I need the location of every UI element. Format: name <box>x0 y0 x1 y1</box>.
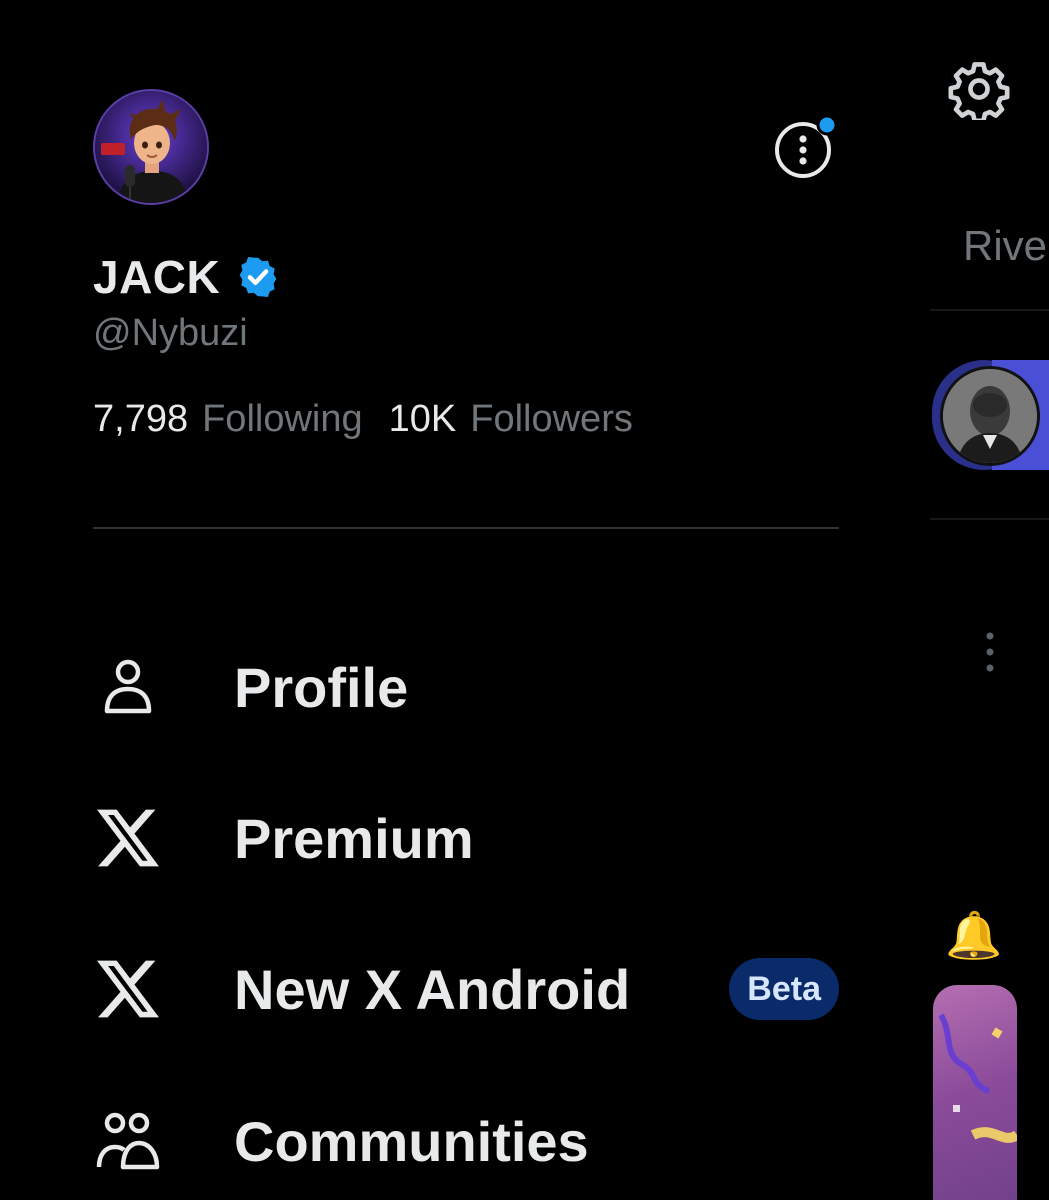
menu-item-profile[interactable]: Profile <box>93 632 839 742</box>
feed-story-avatar[interactable] <box>932 360 1049 470</box>
more-vertical-icon[interactable] <box>982 630 998 674</box>
bell-emoji-icon: 🔔 <box>945 909 1003 961</box>
followers-count: 10K <box>388 398 457 440</box>
profile-handle: @Nybuzi <box>93 312 248 354</box>
followers-label: Followers <box>470 398 633 440</box>
menu-label: Profile <box>234 655 409 719</box>
feed-media-card[interactable] <box>933 985 1017 1200</box>
feed-divider <box>930 309 1049 311</box>
feed-avatar-image <box>940 366 1040 466</box>
menu-item-communities[interactable]: Communities <box>93 1086 839 1196</box>
menu-item-premium[interactable]: Premium <box>93 783 839 893</box>
verified-badge-icon <box>239 257 277 297</box>
navigation-drawer: JACK @Nybuzi 7,798 Following 10K Followe… <box>0 0 930 1200</box>
background-feed: Rive 🔔 <box>930 0 1049 1200</box>
beta-badge: Beta <box>729 958 839 1020</box>
following-link[interactable]: 7,798 Following <box>93 398 363 441</box>
menu-label: Premium <box>234 806 474 870</box>
feed-divider <box>930 518 1049 520</box>
feed-tab-label[interactable]: Rive <box>963 222 1047 270</box>
settings-gear-icon[interactable] <box>948 58 1010 120</box>
following-count: 7,798 <box>93 398 189 440</box>
menu-label: New X Android <box>234 957 631 1021</box>
display-name: JACK <box>93 251 221 303</box>
drawer-divider <box>93 527 839 529</box>
profile-name-row[interactable]: JACK <box>93 250 280 304</box>
followers-link[interactable]: 10K Followers <box>389 398 633 441</box>
person-icon <box>104 659 152 714</box>
menu-item-new-x-android[interactable]: New X Android Beta <box>93 934 839 1044</box>
x-logo-icon <box>97 960 159 1018</box>
x-logo-icon <box>97 809 159 867</box>
profile-avatar[interactable] <box>93 89 209 205</box>
follow-stats: 7,798 Following 10K Followers <box>93 398 633 441</box>
more-accounts-icon[interactable] <box>772 115 838 181</box>
following-label: Following <box>202 398 363 440</box>
menu-label: Communities <box>234 1109 589 1173</box>
communities-icon <box>96 1112 160 1170</box>
